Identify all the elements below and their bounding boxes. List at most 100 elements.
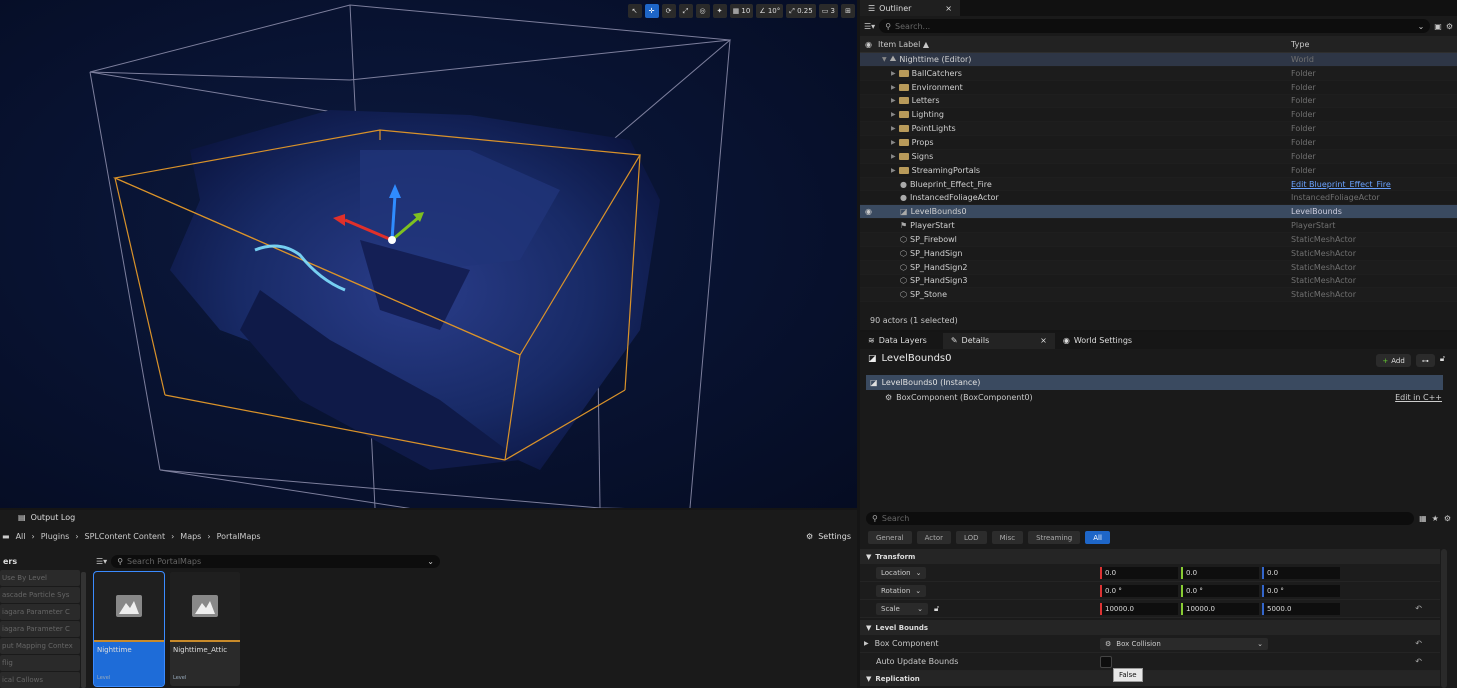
location-x-field[interactable]: 0.0 — [1100, 566, 1178, 579]
translate-mode-icon[interactable]: ✛ — [644, 4, 659, 18]
rotate-mode-icon[interactable]: ⟳ — [661, 4, 676, 18]
outliner-row[interactable]: ▶ BallCatchers Folder — [860, 66, 1457, 81]
crumb-all[interactable]: All — [16, 532, 26, 541]
asset-tile[interactable]: Nighttime_Attic Level — [170, 572, 240, 686]
outliner-row[interactable]: ● InstancedFoliageActor InstancedFoliageAc… — [860, 191, 1457, 206]
layout-icon[interactable]: ⊞ — [841, 4, 855, 18]
filter-general[interactable]: General — [868, 531, 912, 544]
filter-item[interactable]: ascade Particle Sys — [0, 587, 80, 603]
filter-misc[interactable]: Misc — [991, 531, 1024, 544]
filter-icon[interactable]: ☰▾ — [864, 22, 875, 31]
outliner-row[interactable]: ▶ Environment Folder — [860, 81, 1457, 95]
section-level-bounds[interactable]: ▼ Level Bounds — [860, 620, 1440, 635]
gear-icon[interactable]: ⚙ — [1444, 514, 1451, 523]
outliner-row[interactable]: ⚑ PlayerStart PlayerStart — [860, 219, 1457, 233]
outliner-row[interactable]: ▶ PointLights Folder — [860, 122, 1457, 137]
filter-all[interactable]: All — [1085, 531, 1110, 544]
outliner-row[interactable]: ⬡ SP_HandSign StaticMeshActor — [860, 247, 1457, 261]
details-search-input[interactable]: ⚲ Search — [866, 512, 1415, 525]
add-component-button[interactable]: + Add — [1376, 354, 1411, 367]
outliner-row[interactable]: ⬡ SP_Stone StaticMeshActor — [860, 288, 1457, 303]
filter-lod[interactable]: LOD — [956, 531, 987, 544]
tab-outliner[interactable]: ☰ Outliner × — [860, 0, 960, 16]
filter-item[interactable]: Use By Level — [0, 570, 80, 586]
world-local-icon[interactable]: ◎ — [695, 4, 710, 18]
asset-tile[interactable]: Nighttime Level — [93, 571, 165, 687]
outliner-row-selected[interactable]: ◉ ◪ LevelBounds0 LevelBounds — [860, 205, 1457, 220]
lock-icon[interactable]: 🔓︎ — [934, 604, 939, 614]
tab-world-settings[interactable]: ◉ World Settings — [1054, 332, 1141, 349]
outliner-row[interactable]: ▶ Letters Folder — [860, 94, 1457, 109]
rotation-y-field[interactable]: 0.0 ° — [1181, 584, 1259, 597]
box-component-dropdown[interactable]: ⚙ Box Collision ⌄ — [1100, 637, 1268, 650]
select-mode-icon[interactable]: ↖ — [627, 4, 642, 18]
outliner-row[interactable]: ⬡ SP_HandSign3 StaticMeshActor — [860, 275, 1457, 289]
star-icon[interactable]: ★ — [1432, 514, 1439, 523]
outliner-row[interactable]: ● Blueprint_Effect_Fire Edit Blueprint_Eff… — [860, 177, 1457, 192]
rotation-z-field[interactable]: 0.0 ° — [1262, 584, 1340, 597]
sidebar-scrollbar[interactable] — [81, 572, 86, 688]
filter-streaming[interactable]: Streaming — [1028, 531, 1081, 544]
gear-icon[interactable]: ⚙ — [1446, 22, 1453, 31]
rotation-x-field[interactable]: 0.0 ° — [1100, 584, 1178, 597]
rotation-dropdown[interactable]: Rotation ⌄ — [876, 584, 927, 597]
crumb-portalmaps[interactable]: PortalMaps — [217, 532, 261, 541]
scale-y-field[interactable]: 10000.0 — [1181, 602, 1259, 615]
level-viewport[interactable]: ↖ ✛ ⟳ ⤢ ◎ ✦ ▦ 10 ∠ 10° ⤢ 0.25 ▭ 3 ⊞ — [0, 0, 857, 508]
crumb-maps[interactable]: Maps — [180, 532, 201, 541]
outliner-row[interactable]: ▶ Props Folder — [860, 136, 1457, 150]
outliner-row[interactable]: ⬡ SP_Firebowl StaticMeshActor — [860, 232, 1457, 247]
instance-row[interactable]: ◪ LevelBounds0 (Instance) — [866, 375, 1443, 390]
blueprint-button[interactable]: ⊶ — [1415, 354, 1435, 367]
outliner-row[interactable]: ▶ StreamingPortals Folder — [860, 164, 1457, 178]
section-replication[interactable]: ▼ Replication — [860, 671, 1440, 686]
auto-update-checkbox[interactable] — [1100, 655, 1112, 668]
edit-blueprint-link[interactable]: Edit Blueprint_Effect_Fire — [1291, 180, 1391, 189]
close-icon[interactable]: × — [1040, 336, 1047, 345]
surface-snap-icon[interactable]: ✦ — [712, 4, 727, 18]
location-z-field[interactable]: 0.0 — [1262, 566, 1340, 579]
filter-item[interactable]: iagara Parameter C — [0, 604, 80, 620]
details-scrollbar[interactable] — [1441, 549, 1447, 688]
add-folder-icon[interactable]: ▣ — [1434, 22, 1442, 31]
outliner-row[interactable]: ▶ Lighting Folder — [860, 108, 1457, 123]
edit-in-cpp-link[interactable]: Edit in C++ — [1395, 393, 1442, 402]
column-type[interactable]: Type — [1291, 40, 1309, 49]
lock-icon[interactable]: 🔓︎ — [1440, 354, 1445, 367]
component-row[interactable]: ⚙ BoxComponent (BoxComponent0) — [885, 393, 1033, 402]
filter-actor[interactable]: Actor — [916, 531, 952, 544]
filter-item[interactable]: flig — [0, 655, 80, 671]
scale-dropdown[interactable]: Scale ⌄ — [876, 602, 928, 615]
scale-z-field[interactable]: 5000.0 — [1262, 602, 1340, 615]
settings-button[interactable]: ⚙ Settings — [806, 532, 851, 541]
location-y-field[interactable]: 0.0 — [1181, 566, 1259, 579]
chevron-down-icon[interactable]: ⌄ — [427, 557, 434, 566]
outliner-search-input[interactable]: ⚲ Search... ⌄ — [879, 19, 1431, 33]
outliner-row[interactable]: ⬡ SP_HandSign2 StaticMeshActor — [860, 260, 1457, 275]
scale-mode-icon[interactable]: ⤢ — [678, 4, 693, 18]
column-item-label[interactable]: Item Label ▲ — [878, 40, 929, 49]
filter-item[interactable]: ical Callows — [0, 672, 80, 688]
section-transform[interactable]: ▼ Transform — [860, 549, 1440, 564]
reset-icon[interactable]: ↶ — [1415, 604, 1422, 613]
asset-search-input[interactable]: ⚲ Search PortalMaps ⌄ — [111, 555, 440, 568]
reset-icon[interactable]: ↶ — [1415, 657, 1422, 666]
location-dropdown[interactable]: Location ⌄ — [876, 566, 927, 579]
filter-item[interactable]: put Mapping Contex — [0, 638, 80, 654]
filter-icon[interactable]: ☰▾ — [96, 557, 107, 566]
outliner-row[interactable]: ▶ Signs Folder — [860, 149, 1457, 164]
reset-icon[interactable]: ↶ — [1415, 639, 1422, 648]
grid-snap-button[interactable]: ▦ 10 — [729, 4, 754, 18]
tab-data-layers[interactable]: ≋ Data Layers — [860, 332, 935, 349]
angle-snap-button[interactable]: ∠ 10° — [756, 4, 784, 18]
scale-snap-button[interactable]: ⤢ 0.25 — [786, 4, 816, 18]
output-log-tab[interactable]: ▤ Output Log — [18, 513, 75, 522]
crumb-plugins[interactable]: Plugins — [41, 532, 70, 541]
chevron-right-icon[interactable]: ▶ — [864, 640, 869, 647]
chevron-down-icon[interactable]: ⌄ — [1418, 22, 1425, 31]
filter-item[interactable]: iagara Parameter C — [0, 621, 80, 637]
tab-details[interactable]: ✎ Details × — [942, 332, 1055, 349]
camera-speed-button[interactable]: ▭ 3 — [818, 4, 838, 18]
scale-x-field[interactable]: 10000.0 — [1100, 602, 1178, 615]
grid-view-icon[interactable]: ▦ — [1419, 514, 1427, 523]
